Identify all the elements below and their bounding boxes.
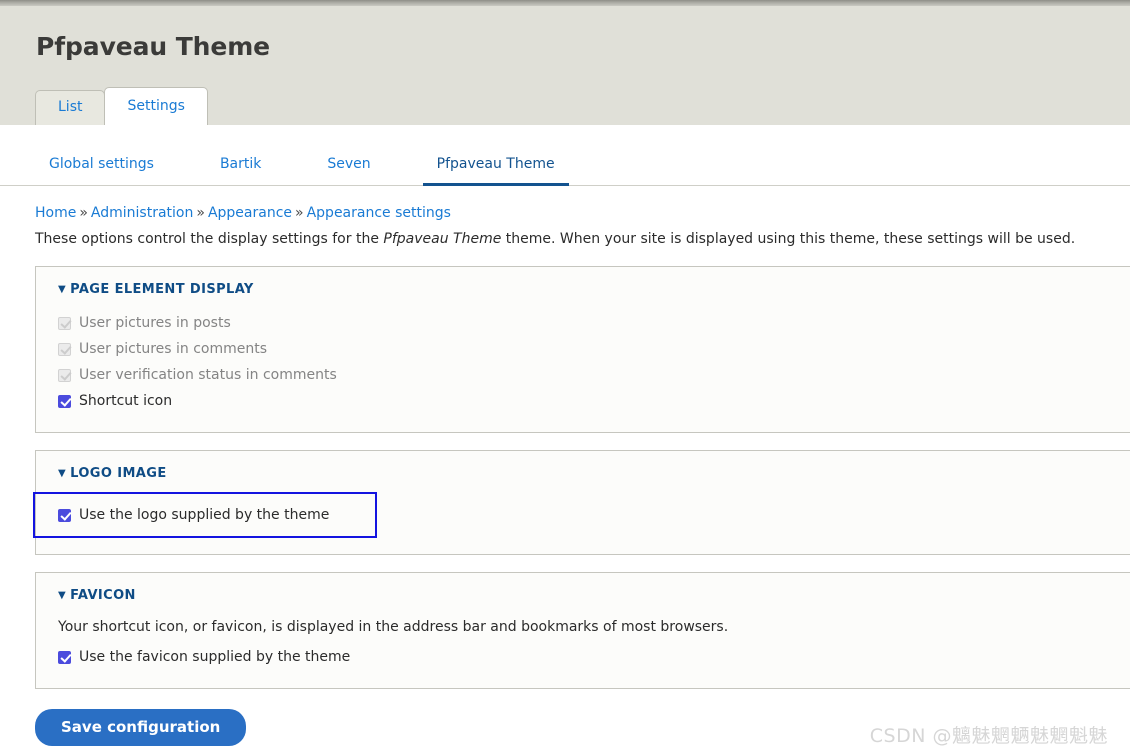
breadcrumb: Home» Administration» Appearance» Appearanc… — [0, 186, 1130, 222]
page-description: These options control the display settin… — [0, 222, 1130, 249]
fieldset-body-favicon: Your shortcut icon, or favicon, is displ… — [36, 605, 1130, 688]
fieldset-logo-image: ▼ LOGO IMAGE Use the logo supplied by the… — [33, 450, 1130, 555]
checkbox-row-user-pictures-in-comments: User pictures in comments — [58, 336, 1130, 362]
checkbox-label-user-pictures-in-comments: User pictures in comments — [79, 341, 268, 357]
checkbox-label-user-verification-status-in-comments: User verification status in comments — [79, 367, 337, 383]
fieldset-legend-label: LOGO IMAGE — [70, 466, 167, 481]
tab-settings[interactable]: Settings — [104, 87, 208, 125]
checkbox-row-use-theme-favicon[interactable]: Use the favicon supplied by the theme — [58, 644, 1130, 670]
fieldset-page-element-display: ▼ PAGE ELEMENT DISPLAY User pictures in p… — [35, 266, 1130, 433]
tab-list[interactable]: List — [35, 90, 106, 125]
description-text-after: theme. When your site is displayed using… — [501, 231, 1076, 247]
collapse-triangle-icon: ▼ — [58, 468, 67, 479]
collapse-triangle-icon: ▼ — [58, 590, 67, 601]
checkbox-label-shortcut-icon[interactable]: Shortcut icon — [79, 392, 172, 410]
fieldset-legend-logo-image[interactable]: ▼ LOGO IMAGE — [36, 451, 1130, 483]
checkbox-use-theme-favicon[interactable] — [58, 650, 71, 664]
page-root: Pfpaveau Theme List Settings Global sett… — [0, 0, 1130, 754]
fieldset-body-logo-image: Use the logo supplied by the theme — [33, 483, 1130, 554]
checkbox-user-verification-status-in-comments — [58, 368, 71, 382]
checkbox-row-user-pictures-in-posts: User pictures in posts — [58, 310, 1130, 336]
secondary-tabs: Global settings Bartik Seven Pfpaveau Th… — [0, 145, 1130, 186]
checkbox-shortcut-icon[interactable] — [58, 394, 71, 408]
fieldset-legend-label: PAGE ELEMENT DISPLAY — [70, 282, 254, 297]
breadcrumb-separator: » — [196, 205, 205, 221]
watermark-brand: CSDN — [869, 725, 933, 747]
page-title: Pfpaveau Theme — [36, 32, 271, 61]
watermark-handle: @魑魅魍魉魅魍魁魅 — [932, 725, 1108, 747]
save-configuration-button[interactable]: Save configuration — [35, 709, 247, 746]
main-content: Global settings Bartik Seven Pfpaveau Th… — [0, 145, 1130, 746]
breadcrumb-separator: » — [295, 205, 304, 221]
collapse-triangle-icon: ▼ — [58, 284, 67, 295]
breadcrumb-item-appearance-settings[interactable]: Appearance settings — [307, 205, 451, 221]
subtab-seven[interactable]: Seven — [313, 156, 384, 186]
fieldset-legend-page-element-display[interactable]: ▼ PAGE ELEMENT DISPLAY — [36, 267, 1130, 299]
page-header-band: Pfpaveau Theme List Settings — [0, 6, 1130, 125]
breadcrumb-item-appearance[interactable]: Appearance — [208, 205, 292, 221]
subtab-pfpaveau-theme[interactable]: Pfpaveau Theme — [422, 156, 569, 186]
checkbox-user-pictures-in-comments — [58, 342, 71, 356]
checkbox-label-use-theme-favicon[interactable]: Use the favicon supplied by the theme — [79, 648, 350, 666]
breadcrumb-item-home[interactable]: Home — [35, 205, 76, 221]
subtab-global-settings[interactable]: Global settings — [35, 156, 168, 186]
fieldset-legend-label: FAVICON — [70, 588, 136, 603]
fieldset-legend-favicon[interactable]: ▼ FAVICON — [36, 573, 1130, 605]
breadcrumb-separator: » — [79, 205, 88, 221]
checkbox-label-use-theme-logo[interactable]: Use the logo supplied by the theme — [79, 506, 329, 524]
checkbox-use-theme-logo[interactable] — [58, 508, 71, 522]
fieldset-body-page-element-display: User pictures in posts User pictures in … — [36, 299, 1130, 432]
checkbox-user-pictures-in-posts — [58, 316, 71, 330]
csdn-watermark: CSDN @魑魅魍魉魅魍魁魅 — [870, 721, 1108, 748]
subtab-bartik[interactable]: Bartik — [206, 156, 275, 186]
description-theme-name: Pfpaveau Theme — [383, 231, 502, 247]
checkbox-row-user-verification-status-in-comments: User verification status in comments — [58, 362, 1130, 388]
description-text-before: These options control the display settin… — [35, 231, 384, 247]
checkbox-row-use-theme-logo[interactable]: Use the logo supplied by the theme — [33, 492, 377, 538]
breadcrumb-item-administration[interactable]: Administration — [91, 205, 193, 221]
checkbox-row-shortcut-icon[interactable]: Shortcut icon — [58, 388, 1130, 414]
primary-tabs: List Settings — [35, 87, 208, 125]
fieldset-favicon: ▼ FAVICON Your shortcut icon, or favicon,… — [35, 572, 1130, 689]
favicon-help-text: Your shortcut icon, or favicon, is displ… — [58, 619, 729, 635]
checkbox-label-user-pictures-in-posts: User pictures in posts — [79, 315, 231, 331]
